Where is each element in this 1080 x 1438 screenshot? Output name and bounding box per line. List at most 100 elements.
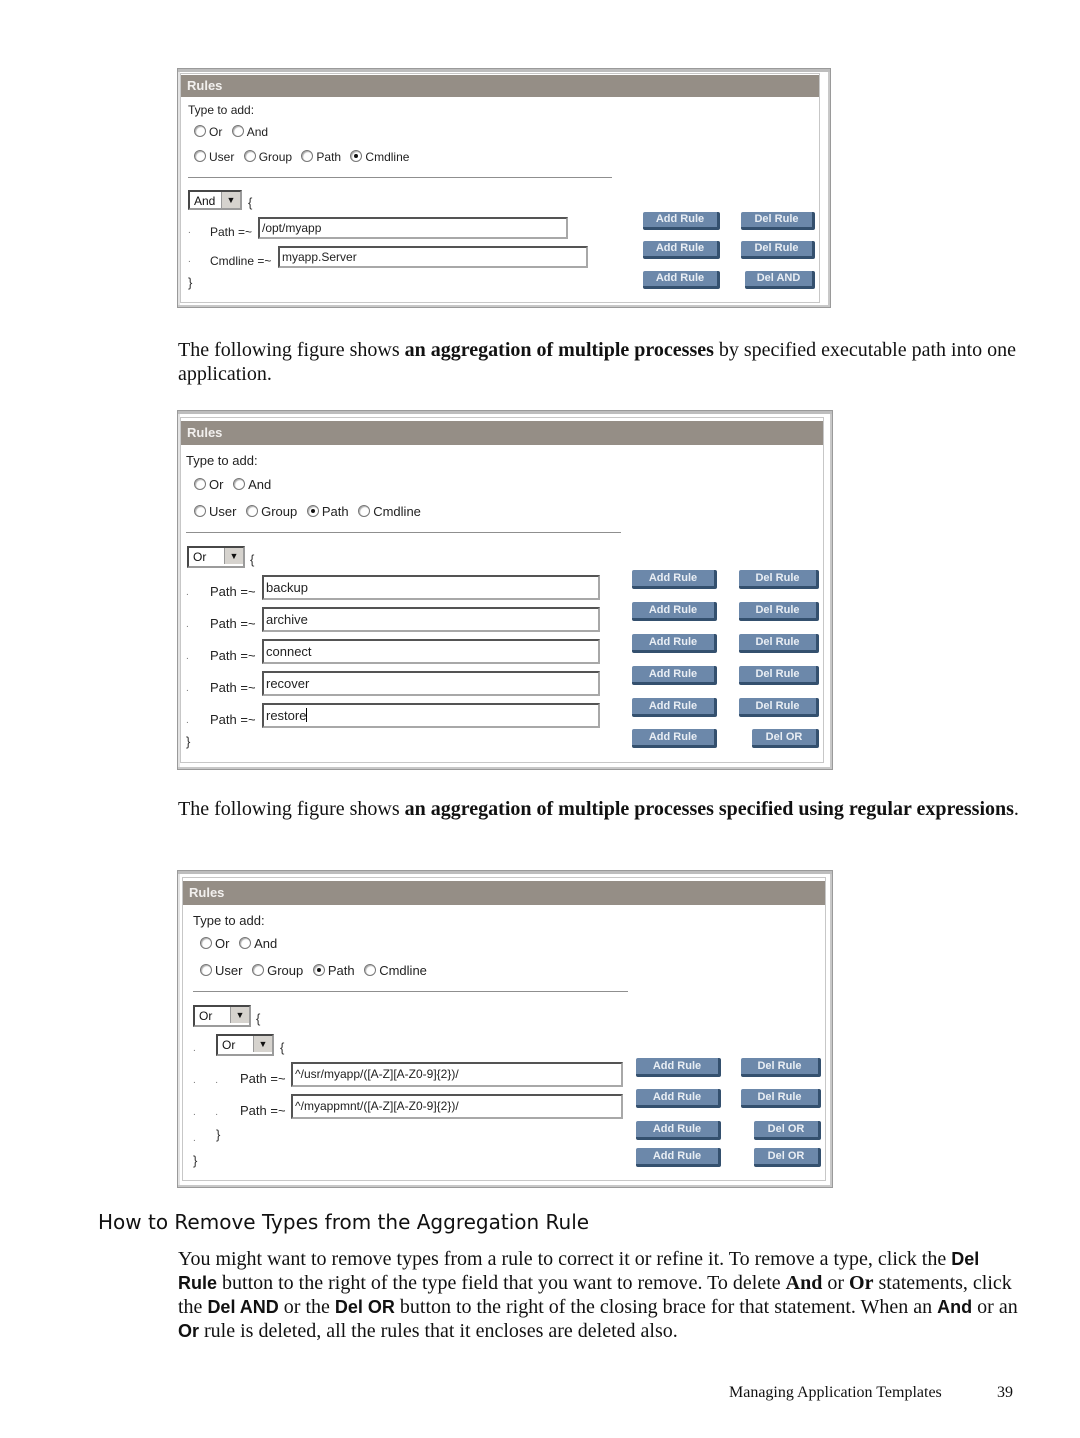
radio-or[interactable]: Or	[200, 936, 229, 951]
del-and-button[interactable]: Del AND	[745, 271, 815, 289]
radio-button-selected-icon[interactable]	[312, 964, 325, 976]
rule-value-input[interactable]: ^/myappmnt/([A-Z][A-Z0-9]{2})/	[291, 1094, 623, 1119]
radio-button-selected-icon[interactable]	[306, 505, 319, 517]
operator-select[interactable]: And ▼	[188, 190, 242, 210]
add-rule-button[interactable]: Add Rule	[632, 634, 717, 653]
add-rule-button[interactable]: Add Rule	[632, 666, 717, 685]
del-rule-button[interactable]: Del Rule	[739, 570, 819, 589]
del-rule-button[interactable]: Del Rule	[739, 634, 819, 653]
add-rule-button[interactable]: Add Rule	[643, 241, 720, 259]
inner-open-brace: {	[280, 1040, 285, 1055]
radio-button-icon[interactable]	[194, 150, 206, 162]
type-radio-group: User Group Path Cmdline	[200, 963, 433, 978]
del-rule-button[interactable]: Del Rule	[741, 212, 815, 230]
radio-and[interactable]: And	[239, 936, 277, 951]
panel-inner-frame	[180, 73, 820, 303]
add-rule-button[interactable]: Add Rule	[632, 729, 717, 748]
radio-user[interactable]: User	[200, 963, 242, 978]
rule-value-input[interactable]: backup	[262, 575, 600, 600]
add-rule-button[interactable]: Add Rule	[636, 1121, 721, 1140]
add-rule-button[interactable]: Add Rule	[643, 212, 720, 230]
del-or-button[interactable]: Del OR	[754, 1121, 821, 1140]
radio-or[interactable]: Or	[194, 125, 222, 139]
rule-value-input[interactable]: myapp.Server	[278, 246, 588, 268]
radio-button-icon[interactable]	[364, 964, 377, 976]
operator-select[interactable]: Or ▼	[187, 546, 245, 568]
del-rule-button[interactable]: Del Rule	[739, 698, 819, 717]
radio-path[interactable]: Path	[312, 963, 355, 978]
radio-group[interactable]: Group	[252, 963, 303, 978]
radio-button-icon[interactable]	[301, 150, 314, 162]
radio-cmdline[interactable]: Cmdline	[350, 150, 409, 164]
radio-button-icon[interactable]	[194, 505, 206, 517]
radio-button-icon[interactable]	[243, 150, 256, 162]
page-number: 39	[997, 1384, 1013, 1401]
type-to-add-label: Type to add:	[193, 913, 265, 928]
radio-group[interactable]: Group	[246, 504, 297, 519]
add-rule-button[interactable]: Add Rule	[643, 271, 720, 289]
radio-button-icon[interactable]	[231, 125, 244, 137]
radio-button-icon[interactable]	[252, 964, 265, 976]
rule-label: Path =~	[240, 1103, 286, 1118]
radio-user[interactable]: User	[194, 504, 236, 519]
rule-label: Path =~	[240, 1071, 286, 1086]
radio-cmdline[interactable]: Cmdline	[358, 504, 421, 519]
rule-value-input[interactable]: restore	[262, 703, 600, 728]
rule-value-input[interactable]: archive	[262, 607, 600, 632]
divider	[186, 532, 621, 533]
radio-button-icon[interactable]	[358, 505, 371, 517]
del-rule-button[interactable]: Del Rule	[739, 602, 819, 621]
del-rule-button[interactable]: Del Rule	[739, 666, 819, 685]
operator-select[interactable]: Or ▼	[193, 1005, 251, 1027]
radio-button-icon[interactable]	[239, 937, 252, 949]
panel-inner-frame	[182, 877, 826, 1181]
indent-dot: .	[188, 254, 191, 265]
divider	[193, 991, 628, 992]
radio-and[interactable]: And	[233, 477, 271, 492]
panel-title: Rules	[181, 75, 819, 97]
radio-cmdline[interactable]: Cmdline	[364, 963, 427, 978]
radio-button-icon[interactable]	[246, 505, 259, 517]
del-or-button[interactable]: Del OR	[752, 729, 819, 748]
paragraph-1: The following figure shows an aggregatio…	[178, 339, 1016, 385]
add-rule-button[interactable]: Add Rule	[636, 1148, 721, 1167]
radio-path[interactable]: Path	[301, 150, 341, 164]
add-rule-button[interactable]: Add Rule	[632, 570, 717, 589]
radio-group[interactable]: Group	[243, 150, 292, 164]
inner-operator-select[interactable]: Or ▼	[216, 1034, 274, 1056]
ui-term: Del OR	[334, 1297, 395, 1317]
del-rule-button[interactable]: Del Rule	[741, 241, 815, 259]
radio-button-icon[interactable]	[200, 937, 212, 949]
dropdown-arrow-icon[interactable]: ▼	[221, 192, 240, 208]
close-brace: }	[193, 1153, 198, 1168]
dropdown-arrow-icon[interactable]: ▼	[230, 1007, 249, 1023]
panel-top-border	[178, 69, 830, 72]
rule-label: Path =~	[210, 584, 256, 599]
add-rule-button[interactable]: Add Rule	[636, 1058, 721, 1077]
rule-value-input[interactable]: /opt/myapp	[258, 217, 568, 239]
radio-button-selected-icon[interactable]	[350, 150, 363, 162]
dropdown-arrow-icon[interactable]: ▼	[224, 548, 243, 564]
add-rule-button[interactable]: Add Rule	[636, 1089, 721, 1108]
indent-dot: .	[186, 651, 189, 662]
rule-label: Path =~	[210, 648, 256, 663]
radio-button-icon[interactable]	[233, 478, 246, 490]
add-rule-button[interactable]: Add Rule	[632, 602, 717, 621]
radio-path[interactable]: Path	[306, 504, 349, 519]
radio-button-icon[interactable]	[194, 478, 206, 490]
rule-value-input[interactable]: recover	[262, 671, 600, 696]
radio-and[interactable]: And	[231, 125, 268, 139]
radio-button-icon[interactable]	[200, 964, 212, 976]
del-rule-button[interactable]: Del Rule	[741, 1058, 821, 1077]
radio-or[interactable]: Or	[194, 477, 223, 492]
type-to-add-label: Type to add:	[186, 453, 258, 468]
radio-user[interactable]: User	[194, 150, 234, 164]
radio-button-icon[interactable]	[194, 125, 206, 137]
dropdown-arrow-icon[interactable]: ▼	[253, 1036, 272, 1052]
rule-value-input[interactable]: ^/usr/myapp/([A-Z][A-Z0-9]{2})/	[291, 1062, 623, 1087]
add-rule-button[interactable]: Add Rule	[632, 698, 717, 717]
del-or-button[interactable]: Del OR	[754, 1148, 821, 1167]
rule-value-input[interactable]: connect	[262, 639, 600, 664]
del-rule-button[interactable]: Del Rule	[741, 1089, 821, 1108]
emphasis: Or	[849, 1272, 874, 1294]
